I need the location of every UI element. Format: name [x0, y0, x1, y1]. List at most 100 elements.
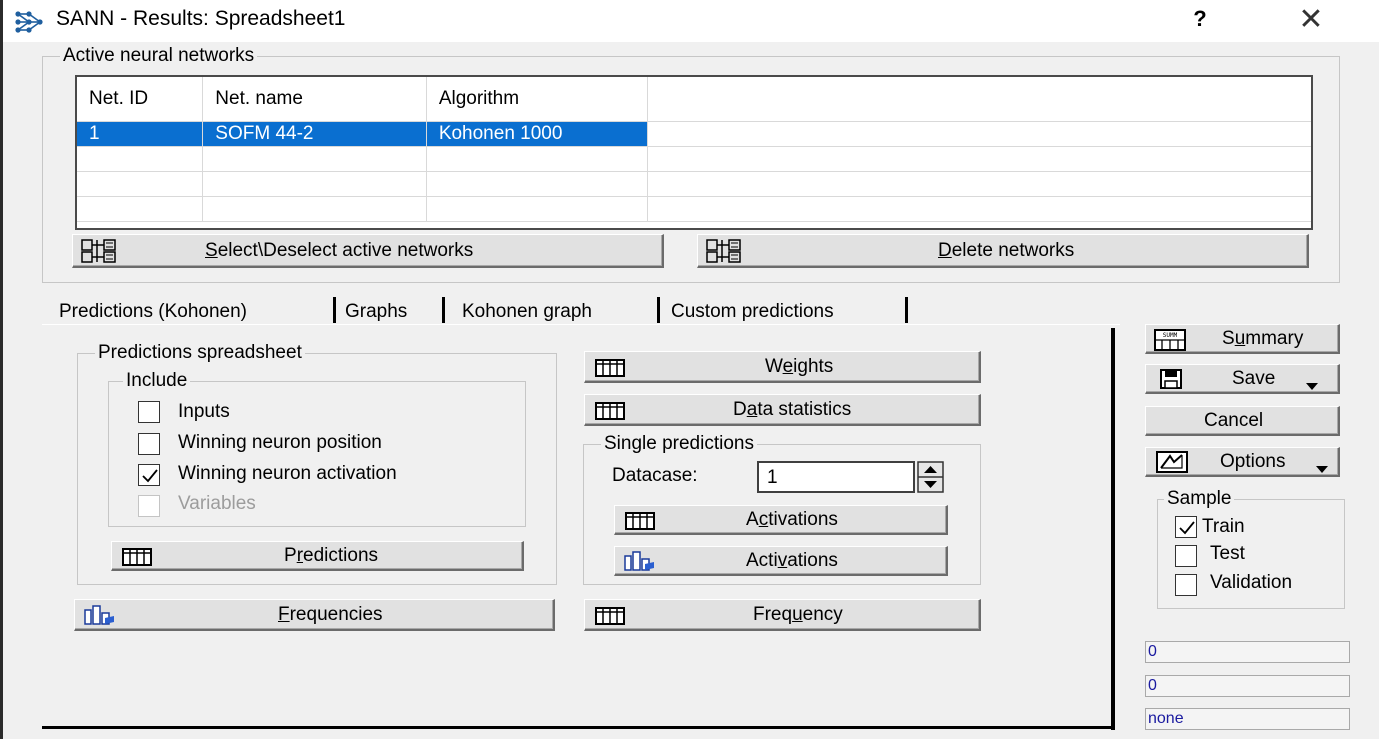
table-row[interactable] [77, 146, 1311, 172]
weights-label: Weights [765, 355, 834, 377]
train-label: Train [1202, 516, 1245, 537]
grid-filler [647, 196, 1311, 222]
tab-panel-edge [42, 726, 1115, 729]
include-group-label: Include [123, 370, 191, 392]
window-left-edge [0, 0, 3, 739]
datacase-value: 1 [767, 467, 778, 488]
spreadsheet-icon [595, 359, 625, 383]
options-label: Options [1220, 450, 1286, 472]
cell-algorithm[interactable]: Kohonen 1000 [426, 121, 649, 147]
winning-neuron-position-checkbox[interactable] [138, 433, 160, 455]
save-button[interactable]: Save [1145, 364, 1340, 394]
options-button[interactable]: Options [1145, 447, 1340, 477]
cell-net-id[interactable]: 1 [77, 121, 204, 147]
cell-algorithm[interactable] [426, 146, 649, 172]
help-button[interactable]: ? [1180, 6, 1220, 36]
tab-graphs[interactable]: Graphs [345, 301, 407, 323]
column-header-net-name[interactable]: Net. name [202, 77, 427, 122]
variables-label: Variables [178, 493, 256, 514]
cell-net-id[interactable] [77, 171, 204, 197]
chevron-down-icon [1314, 459, 1330, 481]
tab-separator [905, 297, 908, 323]
activations-spreadsheet-button[interactable]: Activations [614, 505, 948, 535]
active-networks-group-label: Active neural networks [60, 45, 258, 67]
datacase-stepper[interactable] [917, 461, 944, 493]
tab-panel-edge [1111, 328, 1115, 730]
column-header-algorithm[interactable]: Algorithm [426, 77, 649, 122]
tab-custom-predictions[interactable]: Custom predictions [671, 301, 834, 323]
network-select-icon [81, 239, 117, 269]
cell-algorithm[interactable] [426, 171, 649, 197]
tab-predictions-kohonen[interactable]: Predictions (Kohonen) [59, 301, 247, 323]
spreadsheet-icon [595, 402, 625, 426]
sample-group-label: Sample [1164, 488, 1235, 510]
summary-icon: SUMM [1154, 329, 1186, 357]
frequency-label: Frequency [753, 603, 843, 625]
winning-neuron-position-label: Winning neuron position [178, 432, 382, 453]
grid-filler [647, 146, 1311, 172]
delete-networks-button[interactable]: Delete networks [697, 234, 1309, 268]
status-field: none [1145, 708, 1350, 730]
predictions-spreadsheet-group-label: Predictions spreadsheet [95, 342, 305, 364]
select-deselect-networks-button[interactable]: Select\Deselect active networks [72, 234, 664, 268]
tab-separator [333, 297, 336, 323]
inputs-checkbox[interactable] [138, 401, 160, 423]
networks-grid[interactable]: Net. ID Net. name Algorithm 1 SOFM 44-2 … [75, 75, 1313, 230]
validation-checkbox[interactable] [1175, 574, 1197, 596]
cell-net-id[interactable] [77, 196, 204, 222]
grid-filler [647, 77, 1311, 122]
table-row[interactable] [77, 196, 1311, 222]
close-button[interactable]: ✕ [1286, 2, 1336, 38]
single-predictions-group-label: Single predictions [601, 433, 757, 455]
datacase-input[interactable]: 1 [757, 461, 915, 493]
test-label: Test [1210, 543, 1245, 564]
tab-kohonen-graph[interactable]: Kohonen graph [462, 301, 592, 323]
test-checkbox[interactable] [1175, 545, 1197, 567]
cancel-button[interactable]: Cancel [1145, 406, 1340, 436]
cell-algorithm[interactable] [426, 196, 649, 222]
variables-checkbox[interactable] [138, 495, 160, 517]
include-group [108, 381, 526, 527]
tab-separator [442, 297, 445, 323]
frequency-button[interactable]: Frequency [584, 599, 981, 631]
checkmark-icon [1179, 521, 1195, 535]
train-checkbox[interactable] [1175, 516, 1197, 538]
cell-net-name[interactable] [202, 146, 427, 172]
histogram-icon [83, 604, 117, 632]
grid-filler [647, 171, 1311, 197]
svg-text:SUMM: SUMM [1163, 332, 1178, 339]
neural-network-app-icon [14, 10, 44, 34]
delete-networks-label: Delete networks [938, 239, 1075, 261]
activations-graph-label: Activations [746, 549, 838, 571]
frequencies-button[interactable]: Frequencies [74, 599, 555, 631]
spreadsheet-icon [625, 512, 655, 536]
predictions-button[interactable]: Predictions [111, 541, 524, 571]
spreadsheet-icon [122, 548, 152, 572]
save-label: Save [1232, 367, 1276, 389]
summary-label: Summary [1222, 327, 1304, 349]
predictions-label: Predictions [284, 544, 379, 566]
table-row[interactable]: 1 SOFM 44-2 Kohonen 1000 [77, 121, 1311, 147]
cell-net-id[interactable] [77, 146, 204, 172]
cell-net-name[interactable] [202, 196, 427, 222]
column-header-net-id[interactable]: Net. ID [77, 77, 204, 122]
cell-net-name[interactable]: SOFM 44-2 [202, 121, 427, 147]
inputs-label: Inputs [178, 401, 230, 422]
tab-strip-line [42, 324, 1120, 325]
status-field: 0 [1145, 675, 1350, 697]
table-row[interactable] [77, 171, 1311, 197]
checkmark-icon [142, 469, 158, 483]
cell-net-name[interactable] [202, 171, 427, 197]
status-field: 0 [1145, 641, 1350, 663]
select-deselect-label: Select\Deselect active networks [205, 239, 474, 261]
data-statistics-button[interactable]: Data statistics [584, 394, 981, 426]
tab-separator [657, 297, 660, 323]
frequencies-label: Frequencies [278, 603, 383, 625]
data-statistics-label: Data statistics [733, 398, 852, 420]
summary-button[interactable]: SUMM Summary [1145, 324, 1340, 354]
activations-spreadsheet-label: Activations [746, 508, 838, 530]
activations-graph-button[interactable]: Activations [614, 546, 948, 576]
weights-button[interactable]: Weights [584, 351, 981, 383]
winning-neuron-activation-checkbox[interactable] [138, 464, 160, 486]
histogram-icon [623, 550, 657, 578]
